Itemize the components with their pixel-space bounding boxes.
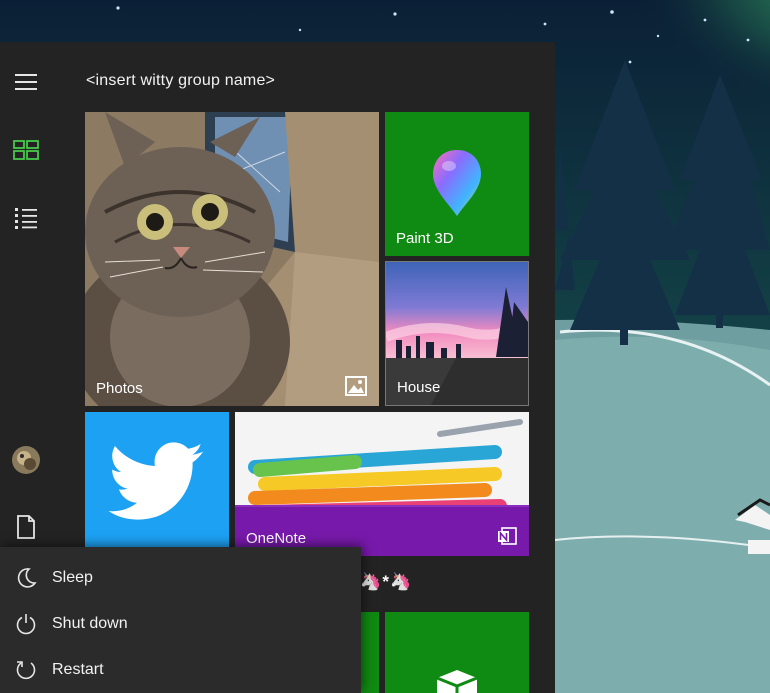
documents-button[interactable]	[0, 504, 52, 550]
hamburger-menu-button[interactable]	[0, 59, 52, 105]
tiles-icon	[13, 140, 39, 160]
onenote-tile[interactable]: OneNote	[235, 412, 529, 556]
house-tile-label: House	[397, 379, 441, 396]
restart-menu-item[interactable]: Restart	[0, 647, 361, 693]
sleep-label: Sleep	[52, 569, 93, 586]
restart-icon	[16, 661, 36, 680]
all-apps-list-icon	[15, 208, 37, 229]
documents-icon	[17, 515, 35, 539]
house-tile[interactable]: House	[385, 261, 529, 406]
paint-3d-icon	[433, 150, 481, 216]
photos-tile[interactable]: Photos	[85, 112, 379, 406]
restart-label: Restart	[52, 661, 104, 678]
image-icon	[345, 376, 367, 396]
power-options-flyout: Sleep Shut down Restart	[0, 547, 361, 693]
pinned-tiles-button[interactable]	[0, 127, 52, 173]
photos-tile-image	[85, 112, 379, 406]
user-avatar	[12, 446, 40, 474]
power-icon	[16, 614, 36, 635]
moon-icon	[17, 568, 37, 588]
onenote-icon	[498, 527, 517, 545]
shut-down-label: Shut down	[52, 615, 128, 632]
user-account-button[interactable]	[0, 437, 52, 483]
sleep-menu-item[interactable]: Sleep	[0, 555, 361, 601]
photos-tile-label: Photos	[96, 380, 143, 397]
onenote-tile-label: OneNote	[246, 530, 307, 547]
hamburger-menu-icon	[15, 74, 37, 90]
twitter-tile[interactable]	[85, 412, 229, 556]
twitter-bird-icon	[109, 442, 204, 520]
shut-down-menu-item[interactable]: Shut down	[0, 601, 361, 647]
paint-3d-tile-label: Paint 3D	[396, 230, 454, 247]
store-icon	[436, 670, 478, 693]
store-tile[interactable]	[385, 612, 529, 693]
all-apps-button[interactable]	[0, 195, 52, 241]
paint-3d-tile[interactable]: Paint 3D	[385, 112, 529, 256]
tile-group-title[interactable]: <insert witty group name>	[86, 72, 275, 90]
